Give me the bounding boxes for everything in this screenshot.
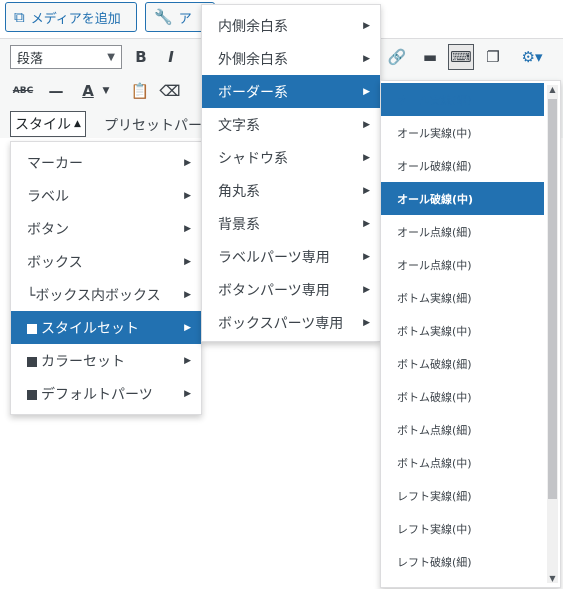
square-icon (27, 323, 37, 334)
scroll-up-arrow-icon[interactable]: ▲ (547, 85, 558, 94)
style-menu-item-colorset[interactable]: カラーセット ▶ (11, 344, 201, 377)
style-menu-item-box[interactable]: ボックス ▶ (11, 245, 201, 278)
style-menu-item-styleset[interactable]: スタイルセット ▶ (11, 311, 201, 344)
border-item-bottom-dotted-medium[interactable]: ボトム点線(中) (381, 446, 544, 479)
border-item-bottom-solid-medium[interactable]: ボトム実線(中) (381, 314, 544, 347)
strikethrough-icon[interactable]: ABC (10, 78, 36, 104)
square-icon (27, 389, 37, 400)
border-item-left-solid-thin[interactable]: レフト実線(細) (381, 479, 544, 512)
styleset-item-margin[interactable]: 外側余白系 ▶ (202, 42, 380, 75)
chevron-right-icon: ▶ (363, 20, 370, 31)
preset-parts-button[interactable]: プリセットパー (104, 115, 202, 135)
style-menu-item-default-parts[interactable]: デフォルトパーツ ▶ (11, 377, 201, 410)
chevron-right-icon: ▶ (363, 185, 370, 196)
border-item-bottom-dotted-thin[interactable]: ボトム点線(細) (381, 413, 544, 446)
chevron-right-icon: ▶ (184, 289, 191, 300)
border-item-bottom-dashed-thin[interactable]: ボトム破線(細) (381, 347, 544, 380)
read-more-icon[interactable]: ▬ (417, 44, 443, 70)
italic-icon[interactable]: I (158, 44, 184, 70)
border-item-all-dotted-thin[interactable]: オール点線(細) (381, 215, 544, 248)
clear-format-icon[interactable]: ⌫ (157, 78, 183, 104)
style-menu-item-button[interactable]: ボタン ▶ (11, 212, 201, 245)
styleset-item-text[interactable]: 文字系 ▶ (202, 108, 380, 141)
scrollbar[interactable]: ▲ ▼ (547, 85, 558, 583)
style-button-label: スタイル (15, 117, 71, 133)
text-color-icon[interactable]: A (75, 78, 101, 104)
styleset-item-radius[interactable]: 角丸系 ▶ (202, 174, 380, 207)
second-button-label: ア (178, 11, 192, 27)
chevron-right-icon: ▶ (363, 86, 370, 97)
chevron-right-icon: ▶ (184, 157, 191, 168)
styleset-item-border[interactable]: ボーダー系 ▶ (202, 75, 380, 108)
media-icon: ⧉ (14, 8, 25, 26)
border-item-all-dotted-medium[interactable]: オール点線(中) (381, 248, 544, 281)
add-media-button[interactable]: ⧉ メディアを追加 (5, 2, 137, 32)
bold-icon[interactable]: B (128, 44, 154, 70)
styleset-item-background[interactable]: 背景系 ▶ (202, 207, 380, 240)
chevron-right-icon: ▶ (184, 223, 191, 234)
styleset-item-box-parts[interactable]: ボックスパーツ専用 ▶ (202, 306, 380, 339)
chevron-right-icon: ▶ (184, 256, 191, 267)
paste-text-icon[interactable]: 📋 (127, 78, 153, 104)
scrollbar-thumb[interactable] (548, 99, 557, 499)
chevron-right-icon: ▶ (363, 284, 370, 295)
border-item-all-dashed-thin[interactable]: オール破線(細) (381, 149, 544, 182)
chevron-right-icon: ▶ (363, 218, 370, 229)
wrench-icon: 🔧 (154, 8, 173, 26)
toolbar-toggle-icon[interactable]: ⌨ (448, 44, 474, 70)
border-item-bottom-solid-thin[interactable]: ボトム実線(細) (381, 281, 544, 314)
chevron-right-icon: ▶ (184, 190, 191, 201)
chevron-right-icon: ▶ (363, 152, 370, 163)
chevron-right-icon: ▶ (363, 119, 370, 130)
chevron-right-icon: ▶ (184, 322, 191, 333)
format-select[interactable]: 段落 ▼ (10, 45, 122, 69)
square-icon (27, 356, 37, 367)
style-dropdown-button[interactable]: スタイル ▲ (10, 111, 86, 137)
add-media-label: メディアを追加 (30, 11, 121, 27)
styleset-item-label-parts[interactable]: ラベルパーツ専用 ▶ (202, 240, 380, 273)
border-item-bottom-dashed-medium[interactable]: ボトム破線(中) (381, 380, 544, 413)
styleset-item-padding[interactable]: 内側余白系 ▶ (202, 9, 380, 42)
chevron-right-icon: ▶ (363, 53, 370, 64)
chevron-right-icon: ▶ (184, 355, 191, 366)
styleset-submenu: 内側余白系 ▶ 外側余白系 ▶ ボーダー系 ▶ 文字系 ▶ シャドウ系 ▶ 角丸… (201, 4, 381, 342)
border-item-all-dashed-medium[interactable]: オール破線(中) (381, 182, 544, 215)
border-item-left-solid-medium[interactable]: レフト実線(中) (381, 512, 544, 545)
link-icon[interactable]: 🔗 (384, 44, 410, 70)
chevron-down-icon: ▼ (107, 51, 115, 63)
border-item-left-dashed-thin[interactable]: レフト破線(細) (381, 545, 544, 578)
chevron-right-icon: ▶ (363, 251, 370, 262)
chevron-down-icon[interactable]: ▼ (99, 78, 113, 104)
copy-icon[interactable]: ❐ (480, 44, 506, 70)
style-menu-item-marker[interactable]: マーカー ▶ (11, 146, 201, 179)
style-menu-item-box-in-box[interactable]: └ボックス内ボックス ▶ (11, 278, 201, 311)
border-submenu: オール実線(細) オール実線(中) オール破線(細) オール破線(中) オール点… (380, 80, 561, 588)
styleset-item-shadow[interactable]: シャドウ系 ▶ (202, 141, 380, 174)
triangle-up-icon: ▲ (74, 119, 81, 129)
scroll-down-arrow-icon[interactable]: ▼ (547, 574, 558, 583)
format-select-value: 段落 (17, 51, 44, 67)
styleset-item-button-parts[interactable]: ボタンパーツ専用 ▶ (202, 273, 380, 306)
border-item-all-solid-medium[interactable]: オール実線(中) (381, 116, 544, 149)
settings-icon[interactable]: ⚙▾ (512, 44, 552, 70)
chevron-right-icon: ▶ (184, 388, 191, 399)
style-menu-item-label[interactable]: ラベル ▶ (11, 179, 201, 212)
style-menu: マーカー ▶ ラベル ▶ ボタン ▶ ボックス ▶ └ボックス内ボックス ▶ ス… (10, 141, 202, 415)
border-item-all-solid-thin[interactable]: オール実線(細) (381, 83, 544, 116)
horizontal-line-icon[interactable]: — (43, 78, 69, 104)
chevron-right-icon: ▶ (363, 317, 370, 328)
